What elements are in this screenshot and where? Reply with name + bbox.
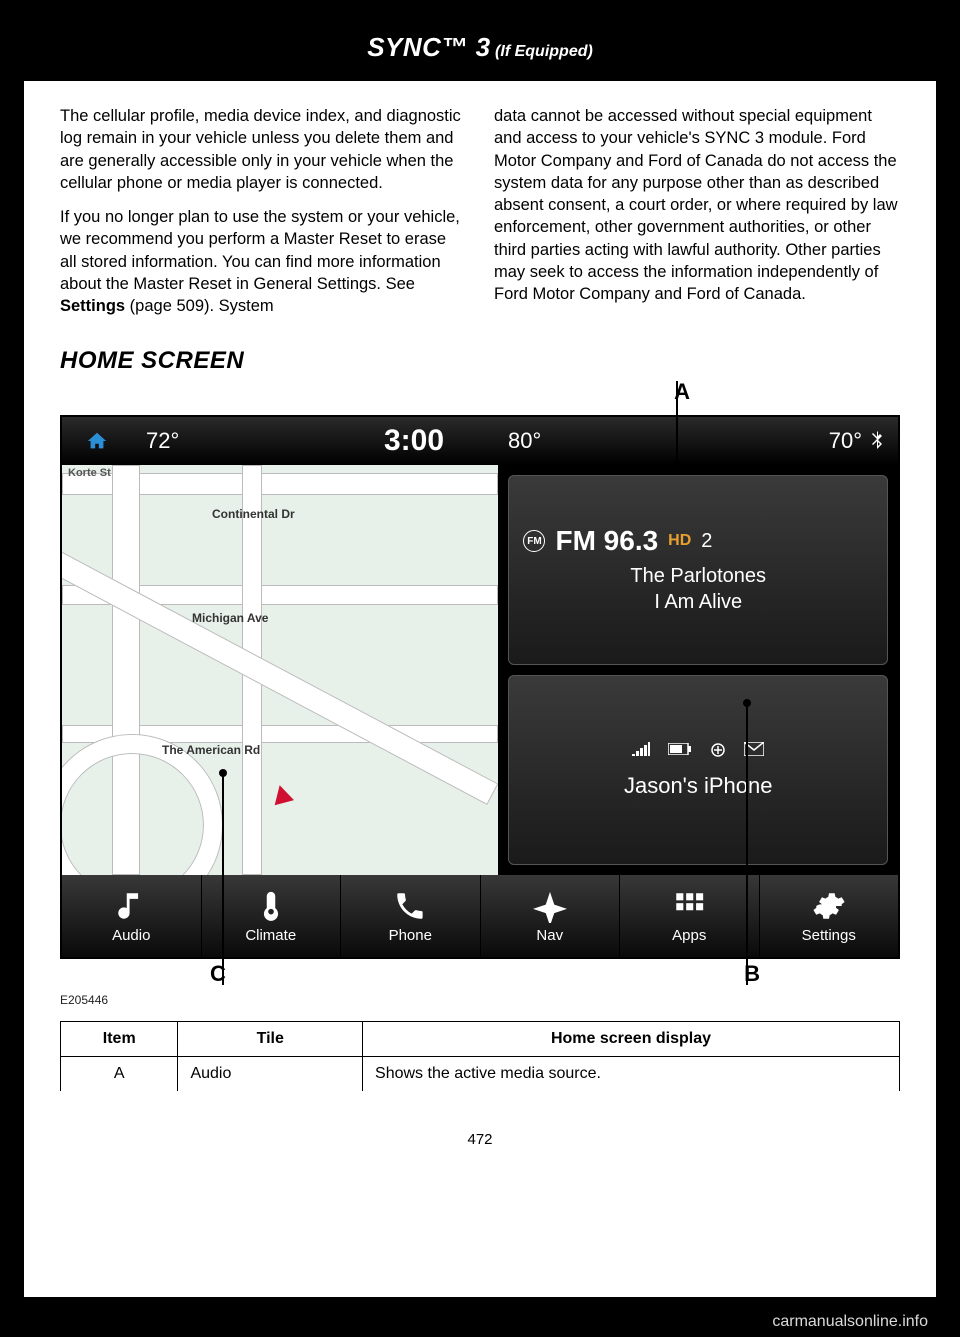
callout-line [222,775,224,985]
climate-icon [254,889,288,923]
callout-line [746,705,748,985]
nav-nav[interactable]: Nav [481,875,621,957]
nav-label: Climate [245,927,296,944]
text-run: If you no longer plan to use the system … [60,208,460,293]
nav-audio[interactable]: Audio [62,875,202,957]
td-display: Shows the active media source. [363,1057,900,1092]
navigation-tile[interactable]: Korte St Continental Dr Michigan Ave The… [62,465,498,875]
header-subtitle: (If Equipped) [491,43,593,60]
th-item: Item [61,1022,178,1057]
figure: A 72° 3:00 80° 70° [60,415,900,959]
figure-id: E205446 [60,993,900,1007]
driver-temp[interactable]: 72° [132,417,334,465]
nav-label: Audio [112,927,150,944]
sync-screen: 72° 3:00 80° 70° [60,415,900,959]
bluetooth-icon [870,429,884,454]
clock: 3:00 [334,417,494,465]
passenger-temp[interactable]: 70° [696,417,898,465]
nav-phone[interactable]: Phone [341,875,481,957]
audio-icon [114,889,148,923]
road-label: Korte St [68,467,111,479]
home-button[interactable] [62,417,132,465]
description-table: Item Tile Home screen display A Audio Sh… [60,1021,900,1091]
nav-label: Nav [536,927,563,944]
callout-b: B [744,961,760,987]
settings-icon [812,889,846,923]
audio-tile[interactable]: FM FM 96.3 HD 2 The Parlotones I Am Aliv… [508,475,888,665]
nav-apps[interactable]: Apps [620,875,760,957]
phone-icon [393,889,427,923]
section-heading: HOME SCREEN [60,347,900,375]
td-tile: Audio [178,1057,363,1092]
battery-icon [668,742,692,763]
callout-c: C [210,961,226,987]
paragraph: If you no longer plan to use the system … [60,206,466,317]
hd-badge: HD [668,532,691,550]
nav-settings[interactable]: Settings [760,875,899,957]
road-label: Michigan Ave [192,611,268,625]
nav-icon [533,889,567,923]
status-bar: 72° 3:00 80° 70° [62,417,898,465]
nav-label: Settings [802,927,856,944]
page-header: SYNC™ 3 (If Equipped) [24,18,936,81]
artist-text: The Parlotones [523,563,873,589]
text-run: (page 509). System [125,297,274,315]
track-text: I Am Alive [523,589,873,615]
header-title: SYNC™ 3 [367,32,490,62]
paragraph: data cannot be accessed without special … [494,105,900,305]
bottom-nav: Audio Climate Phone Nav [62,875,898,957]
callout-line [676,381,678,463]
nav-label: Apps [672,927,706,944]
phone-name: Jason's iPhone [523,773,873,799]
station-text: FM 96.3 [555,525,658,557]
settings-ref: Settings [60,297,125,315]
phone-tile[interactable]: Jason's iPhone [508,675,888,865]
road-label: Continental Dr [212,507,295,521]
temp-value: 80° [508,428,541,454]
left-column: The cellular profile, media device index… [60,105,466,329]
temp-value: 70° [829,428,862,454]
apps-icon [672,889,706,923]
hd-channel: 2 [701,530,712,553]
vehicle-marker-icon [270,783,294,806]
watermark: carmanualsonline.info [772,1313,928,1331]
page-number: 472 [60,1131,900,1148]
th-tile: Tile [178,1022,363,1057]
home-icon [84,430,110,452]
right-column: data cannot be accessed without special … [494,105,900,329]
paragraph: The cellular profile, media device index… [60,105,466,194]
dnd-icon [710,742,726,763]
th-display: Home screen display [363,1022,900,1057]
temp-value: 72° [146,428,179,454]
fm-source-icon: FM [523,530,545,552]
outside-temp: 80° [494,417,696,465]
nav-label: Phone [389,927,432,944]
td-item: A [61,1057,178,1092]
signal-icon [632,742,650,763]
road-label: The American Rd [162,743,260,757]
